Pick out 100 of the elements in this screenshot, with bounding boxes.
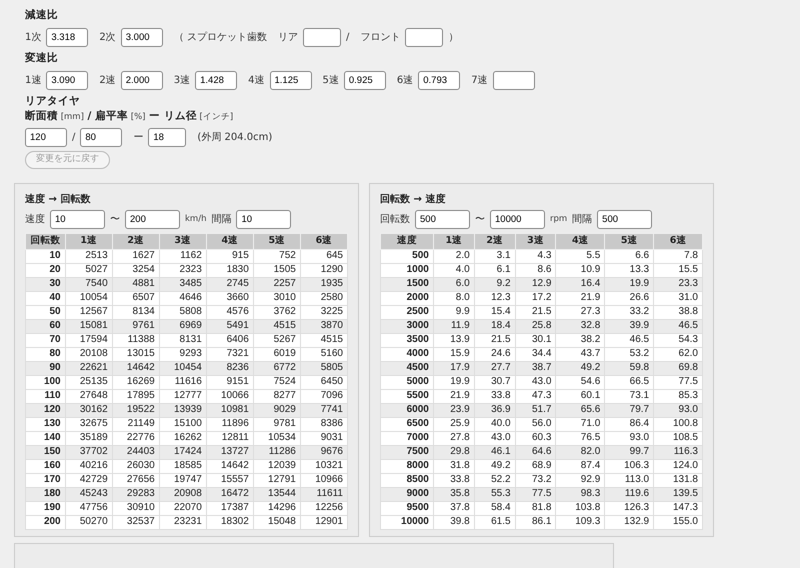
input-field[interactable]: 2.000 [120,70,163,90]
tire-caption: 断面積 [mm] / 扁平率 [%] ー リム径 [インチ] [25,109,234,124]
unit-text: rpm [550,212,568,226]
input-field[interactable]: 200 [125,210,180,228]
table-cell: 14642 [112,361,160,375]
field-label: 7速 [471,74,488,88]
column-header: 4速 [206,233,254,249]
table-cell: 21.9 [556,291,605,305]
table-cell: 7096 [300,389,348,403]
table-cell: 71.0 [556,417,605,431]
input-field[interactable]: 500 [597,210,652,228]
table-cell: 38.8 [654,305,702,319]
input-field[interactable]: 120 [25,128,67,147]
input-field[interactable]: 3.090 [46,70,88,90]
table-cell: 14642 [206,459,254,473]
table-cell: 7524 [253,375,300,389]
table-cell: 4.3 [515,249,556,263]
circumference-text: (外周 204.0cm) [197,131,272,145]
table-cell: 8134 [112,305,160,319]
row-header: 4500 [380,361,434,375]
table-cell: 9781 [253,417,300,431]
table-cell: 40216 [65,459,112,473]
input-field[interactable]: 500 [415,210,470,228]
table-cell: 25.8 [515,319,556,333]
table-cell: 27656 [112,473,160,487]
table-cell: 30.1 [515,333,556,347]
row-header: 130 [26,417,66,431]
table-cell: 6969 [159,319,206,333]
table-cell: 25135 [65,375,112,389]
table-cell: 21.5 [515,305,556,319]
input-field[interactable]: 10000 [490,210,545,228]
table-cell: 86.4 [604,417,654,431]
table-cell: 12811 [206,431,254,445]
column-header: 5速 [253,233,300,249]
row-header: 80 [26,347,66,361]
field-label: 4速 [248,74,264,88]
panel-title: 回転数 → 速度 [380,192,446,206]
table-cell: 38.7 [515,361,556,375]
table-cell: 2.0 [433,249,474,263]
table-cell: 56.0 [515,417,556,431]
input-field[interactable]: 18 [148,128,186,147]
input-field[interactable]: 10 [236,210,292,228]
row-header: 20 [26,263,66,277]
table-cell: 65.6 [556,403,605,417]
table-cell: 4515 [253,319,300,333]
table-cell: 6772 [253,361,300,375]
input-field[interactable]: 0.793 [418,70,460,90]
table-cell: 13727 [206,445,254,459]
table-cell: 35.8 [433,487,474,501]
input-field[interactable]: 0.925 [344,70,386,90]
table-cell: 32675 [65,417,112,431]
table-cell: 45243 [65,487,112,501]
section-heading: 変速比 [25,50,59,66]
table-cell: 109.3 [556,515,605,529]
table-cell: 9293 [159,347,206,361]
input-field[interactable]: 1.125 [270,70,312,90]
table-cell: 32537 [112,515,160,529]
table-cell: 8386 [300,417,348,431]
row-header: 6500 [380,417,434,431]
table-cell: 1505 [253,263,300,277]
table-cell: 76.5 [556,431,605,445]
field-label: フロント [360,30,400,45]
table-cell: 29283 [112,487,160,501]
table-cell: 46.5 [604,333,654,347]
table-cell: 11616 [159,375,206,389]
table-cell: 1830 [206,263,254,277]
table-cell: 86.1 [515,515,556,529]
table-cell: 27.3 [556,305,605,319]
table-cell: 1290 [300,263,348,277]
table-cell: 4515 [300,333,348,347]
table-cell: 23231 [159,515,206,529]
table-cell: 43.0 [515,375,556,389]
table-cell: 9029 [253,403,300,417]
table-cell: 30.7 [474,375,516,389]
input-field[interactable]: 10 [50,210,105,228]
table-cell: 85.3 [654,389,702,403]
table-cell: 13544 [253,487,300,501]
table-cell: 17.2 [515,291,556,305]
column-header: 6速 [300,233,348,249]
row-header: 180 [26,487,66,501]
column-header: 速度 [380,233,434,249]
input-field[interactable]: 1.428 [195,70,238,90]
row-header: 50 [26,305,66,319]
row-header: 60 [26,319,66,333]
table-cell: 3870 [300,319,348,333]
row-header: 190 [26,501,66,515]
input-field[interactable]: 3.000 [120,28,163,47]
table-cell: 15.4 [474,305,516,319]
row-header: 5000 [380,375,434,389]
row-header: 30 [26,277,66,291]
table-cell: 60.1 [556,389,605,403]
input-field[interactable]: 3.318 [46,28,88,47]
table-cell: 4646 [159,291,206,305]
table-cell: 12256 [300,501,348,515]
table-cell: 22070 [159,501,206,515]
row-header: 500 [380,249,434,263]
row-header: 9500 [380,501,434,515]
table-cell: 99.7 [604,445,654,459]
field-label: 3速 [174,74,190,88]
input-field[interactable]: 80 [80,128,122,147]
